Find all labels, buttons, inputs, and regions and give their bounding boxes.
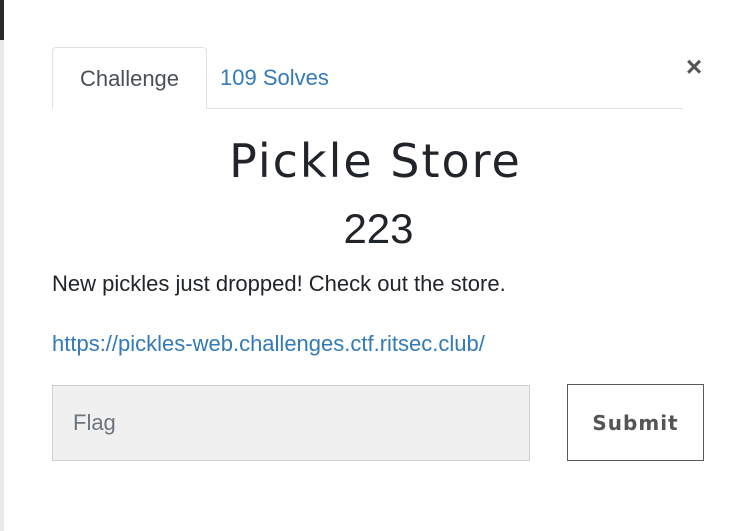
challenge-value: 223: [343, 205, 414, 252]
tab-solves[interactable]: 109 Solves: [220, 47, 360, 108]
tab-bar: Challenge 109 Solves: [52, 47, 683, 109]
flag-input[interactable]: [52, 385, 530, 461]
tab-challenge[interactable]: Challenge: [52, 47, 207, 109]
close-icon[interactable]: ×: [681, 52, 707, 82]
challenge-link[interactable]: https://pickles-web.challenges.ctf.ritse…: [52, 328, 485, 360]
submit-button[interactable]: Submit: [567, 384, 704, 461]
challenge-description: New pickles just dropped! Check out the …: [52, 271, 506, 296]
challenge-name: Pickle Store: [229, 134, 522, 188]
